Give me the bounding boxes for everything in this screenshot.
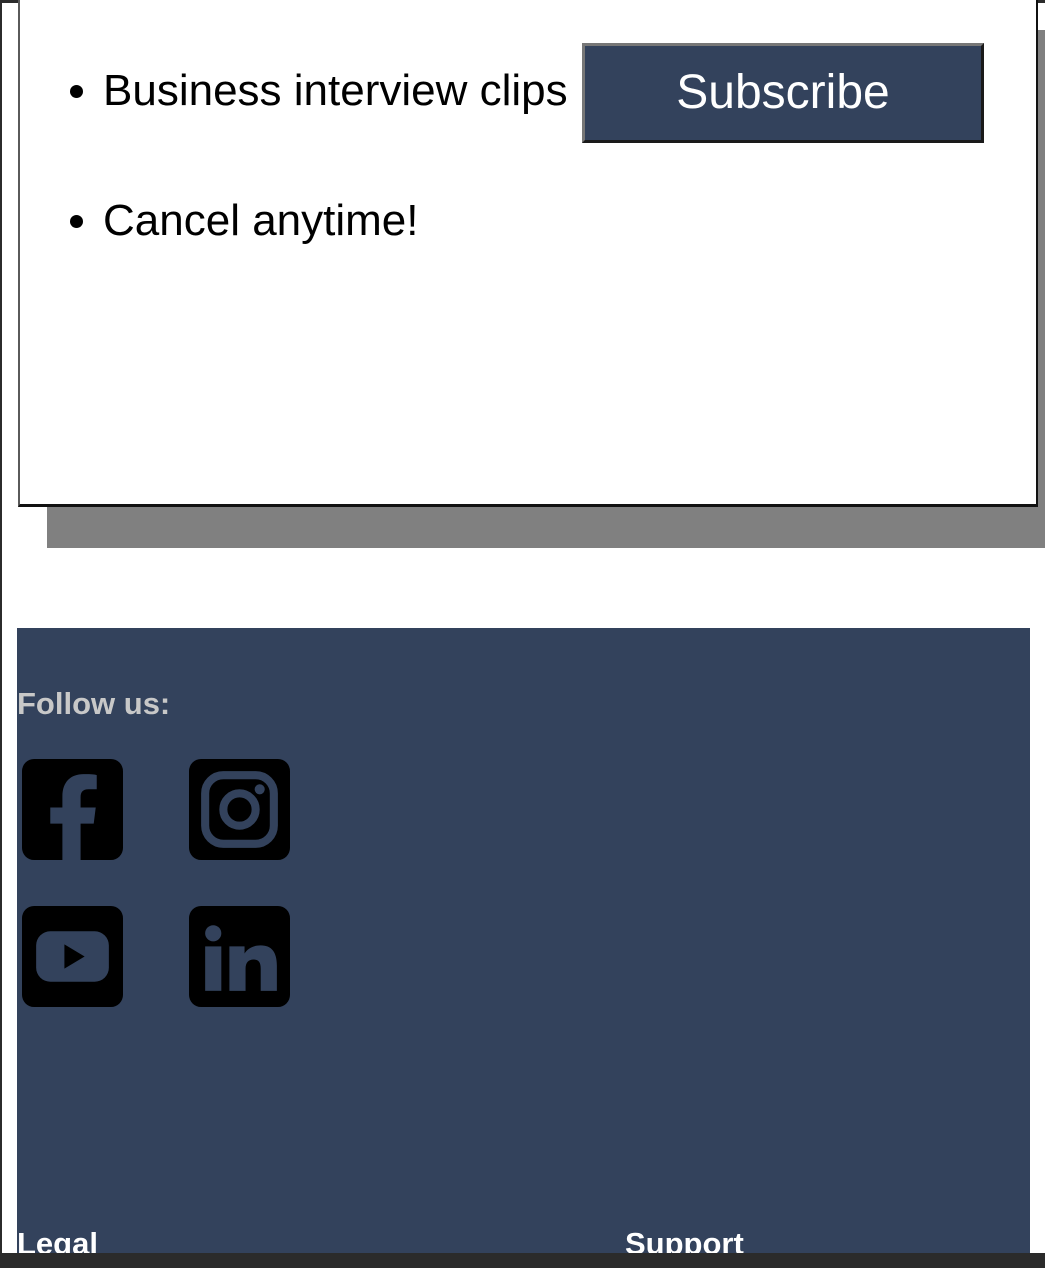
footer: Follow us: Legal Support bbox=[17, 628, 1030, 1268]
youtube-icon bbox=[22, 906, 123, 1007]
window-frame-left bbox=[0, 0, 2, 1268]
linkedin-link[interactable] bbox=[189, 906, 290, 1007]
follow-us-heading: Follow us: bbox=[17, 686, 171, 721]
youtube-link[interactable] bbox=[22, 906, 123, 1007]
facebook-link[interactable] bbox=[22, 759, 123, 860]
facebook-icon bbox=[22, 759, 123, 860]
linkedin-icon bbox=[189, 906, 290, 1007]
feature-item: Cancel anytime! bbox=[103, 196, 573, 246]
instagram-icon bbox=[189, 759, 290, 860]
feature-list: Business interview clips Cancel anytime! bbox=[60, 66, 573, 326]
window-frame-bottom bbox=[0, 1253, 1045, 1268]
instagram-link[interactable] bbox=[189, 759, 290, 860]
subscribe-button[interactable]: Subscribe bbox=[582, 43, 984, 143]
feature-item: Business interview clips bbox=[103, 66, 573, 116]
subscription-card: Business interview clips Cancel anytime!… bbox=[18, 0, 1038, 507]
